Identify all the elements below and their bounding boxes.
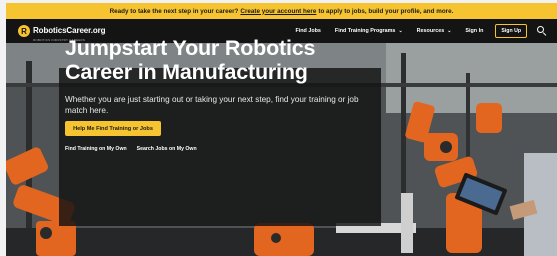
hero-subtext: Whether you are just starting out or tak… <box>65 95 359 115</box>
nav-sign-in[interactable]: Sign In <box>465 28 483 34</box>
nav-find-jobs[interactable]: Find Jobs <box>295 28 320 34</box>
logo-text: RoboticsCareer.org <box>33 26 106 35</box>
find-training-or-jobs-button[interactable]: Help Me Find Training or Jobs <box>65 121 161 136</box>
announcement-bar: Ready to take the next step in your care… <box>6 3 557 19</box>
hero-secondary-links: Find Training on My Own Search Jobs on M… <box>65 146 207 152</box>
announcement-text-end: to apply to jobs, build your profile, an… <box>318 7 454 15</box>
announcement-text: Ready to take the next step in your care… <box>109 7 239 15</box>
search-icon[interactable] <box>537 26 547 36</box>
sign-up-button[interactable]: Sign Up <box>495 24 527 38</box>
chevron-down-icon: ⌄ <box>447 28 452 34</box>
nav-find-training[interactable]: Find Training Programs ⌄ <box>335 28 403 34</box>
find-training-link[interactable]: Find Training on My Own <box>65 146 127 152</box>
search-jobs-link[interactable]: Search Jobs on My Own <box>137 146 197 152</box>
nav-find-training-label: Find Training Programs <box>334 28 396 34</box>
chevron-down-icon: ⌄ <box>398 28 403 34</box>
nav-resources[interactable]: Resources ⌄ <box>417 28 452 34</box>
create-account-link[interactable]: Create your account here <box>240 8 316 15</box>
hero-headline: Jumpstart Your Robotics Career in Manufa… <box>65 36 316 84</box>
logo-badge-icon: R <box>18 25 30 37</box>
nav-resources-label: Resources <box>416 28 445 34</box>
